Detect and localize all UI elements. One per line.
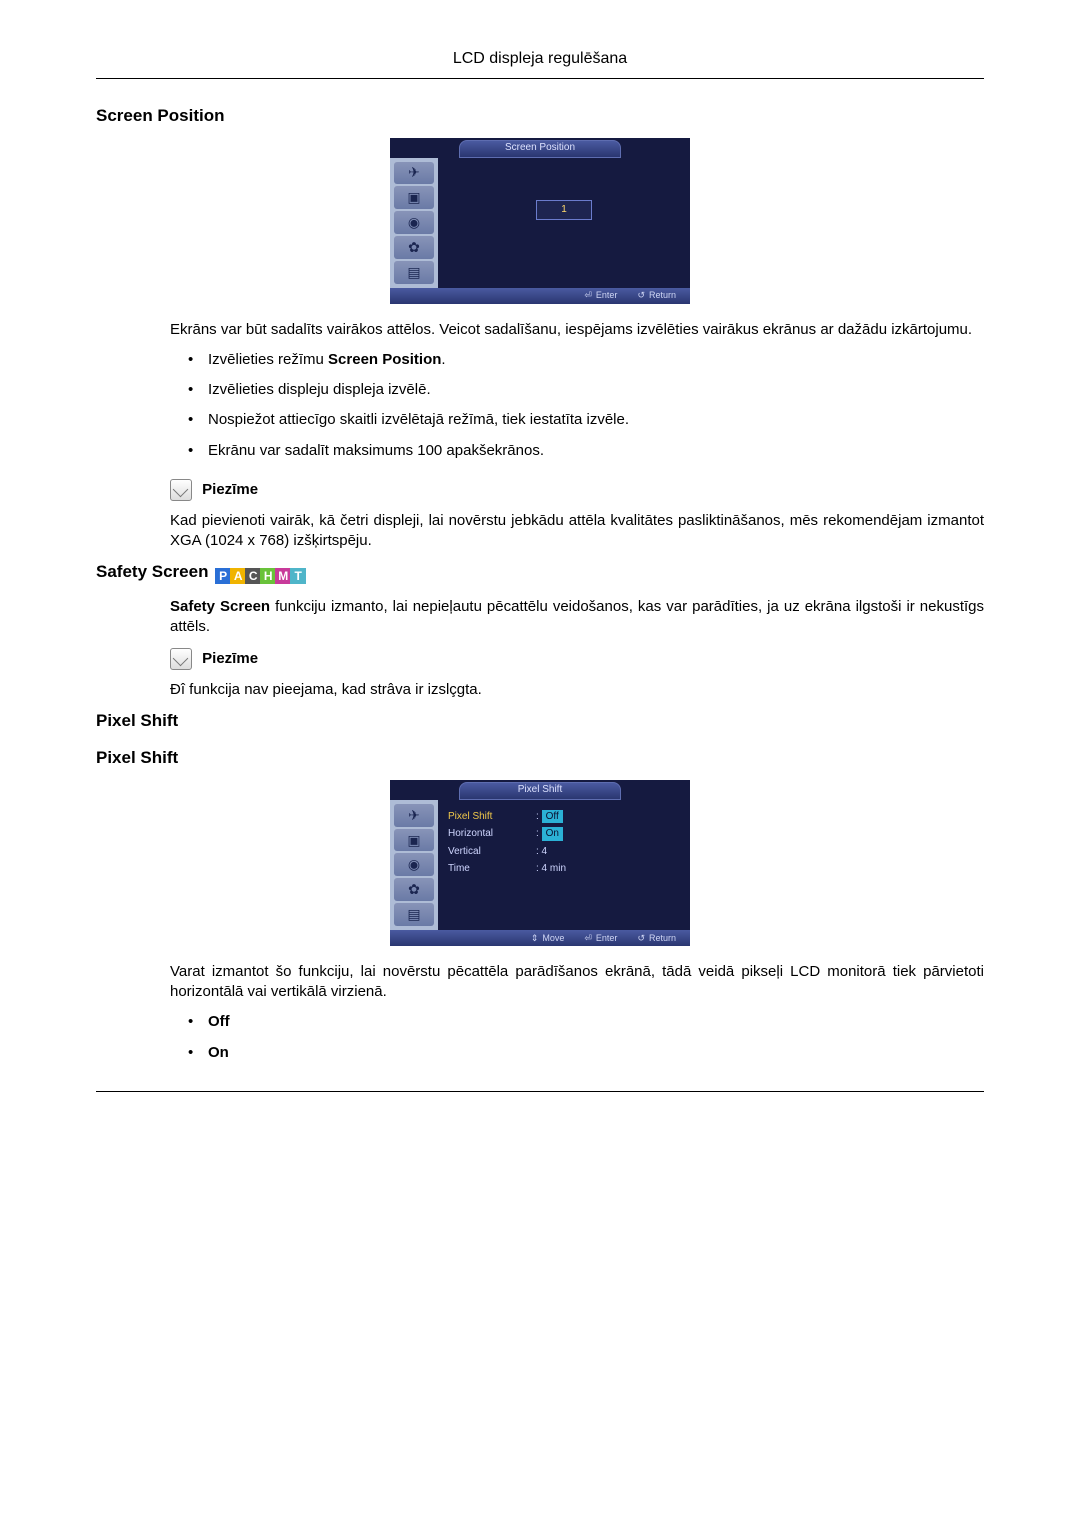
note-text: Ðî funkcija nav pieejama, kad strâva ir …: [170, 680, 984, 700]
osd-icon-column: ✈ ▣ ◉ ✿ ▤: [390, 158, 438, 288]
note-block: Piezīme: [170, 648, 984, 670]
note-label: Piezīme: [202, 650, 258, 667]
return-icon: ↺: [637, 289, 645, 301]
source-badges: PACHMT: [215, 564, 305, 587]
row-value: : Off: [536, 810, 606, 824]
badge-m: M: [275, 568, 291, 584]
row-label: Vertical: [448, 845, 528, 859]
menu-icon: ▣: [394, 186, 434, 209]
row-value: : 4: [536, 845, 606, 859]
menu-icon: ▤: [394, 903, 434, 926]
menu-icon: ✿: [394, 236, 434, 259]
note-block: Piezīme: [170, 479, 984, 501]
heading-safety-screen: Safety Screen PACHMT: [96, 561, 984, 587]
move-icon: ⇕: [531, 932, 539, 944]
osd-title: Pixel Shift: [459, 782, 621, 800]
divider-top: [96, 78, 984, 79]
list-item: Ekrānu var sadalīt maksimums 100 apakšek…: [188, 441, 984, 461]
list-item: Off: [188, 1012, 984, 1032]
list-item: Izvēlieties režīmu Screen Position.: [188, 350, 984, 370]
heading-pixel-shift-2: Pixel Shift: [96, 747, 984, 770]
row-label: Horizontal: [448, 827, 528, 841]
heading-screen-position: Screen Position: [96, 105, 984, 128]
return-icon: ↺: [637, 932, 645, 944]
enter-icon: ⏎: [584, 932, 592, 944]
badge-c: C: [245, 568, 261, 584]
safety-screen-desc: Safety Screen funkciju izmanto, lai nepi…: [170, 597, 984, 638]
osd-settings: Pixel Shift : Off Horizontal : On Vertic…: [448, 810, 680, 876]
heading-pixel-shift-1: Pixel Shift: [96, 710, 984, 733]
divider-bottom: [96, 1091, 984, 1092]
note-icon: [170, 479, 192, 501]
note-icon: [170, 648, 192, 670]
osd-title: Screen Position: [459, 140, 621, 158]
badge-t: T: [290, 568, 306, 584]
menu-icon: ✈: [394, 804, 434, 827]
list-item: Nospiežot attiecīgo skaitli izvēlētajā r…: [188, 410, 984, 430]
row-label: Time: [448, 862, 528, 876]
osd-pixel-shift: Pixel Shift ✈ ▣ ◉ ✿ ▤ Pixel Shift : Off …: [390, 780, 690, 946]
osd-value: 1: [536, 200, 592, 220]
page-header: LCD displeja regulēšana: [96, 48, 984, 70]
badge-h: H: [260, 568, 276, 584]
note-text: Kad pievienoti vairāk, kā četri displeji…: [170, 511, 984, 552]
menu-icon: ✿: [394, 878, 434, 901]
badge-p: P: [215, 568, 231, 584]
note-label: Piezīme: [202, 481, 258, 498]
pixel-shift-list: Off On: [188, 1012, 984, 1063]
screen-position-list: Izvēlieties režīmu Screen Position. Izvē…: [188, 350, 984, 461]
row-value: : 4 min: [536, 862, 606, 876]
osd-icon-column: ✈ ▣ ◉ ✿ ▤: [390, 800, 438, 930]
menu-icon: ✈: [394, 162, 434, 185]
row-value: : On: [536, 827, 606, 841]
enter-icon: ⏎: [584, 289, 592, 301]
osd-screen-position: Screen Position ✈ ▣ ◉ ✿ ▤ 1 ⏎Enter ↺Retu…: [390, 138, 690, 304]
menu-icon: ▣: [394, 829, 434, 852]
screen-position-intro: Ekrāns var būt sadalīts vairākos attēlos…: [170, 320, 984, 340]
badge-a: A: [230, 568, 246, 584]
menu-icon: ◉: [394, 211, 434, 234]
osd-footer: ⇕Move ⏎Enter ↺Return: [390, 930, 690, 946]
osd-footer: ⏎Enter ↺Return: [390, 288, 690, 304]
pixel-shift-desc: Varat izmantot šo funkciju, lai novērstu…: [170, 962, 984, 1003]
menu-icon: ▤: [394, 261, 434, 284]
document-page: LCD displeja regulēšana Screen Position …: [0, 0, 1080, 1527]
row-label: Pixel Shift: [448, 810, 528, 824]
menu-icon: ◉: [394, 853, 434, 876]
list-item: Izvēlieties displeju displeja izvēlē.: [188, 380, 984, 400]
list-item: On: [188, 1043, 984, 1063]
